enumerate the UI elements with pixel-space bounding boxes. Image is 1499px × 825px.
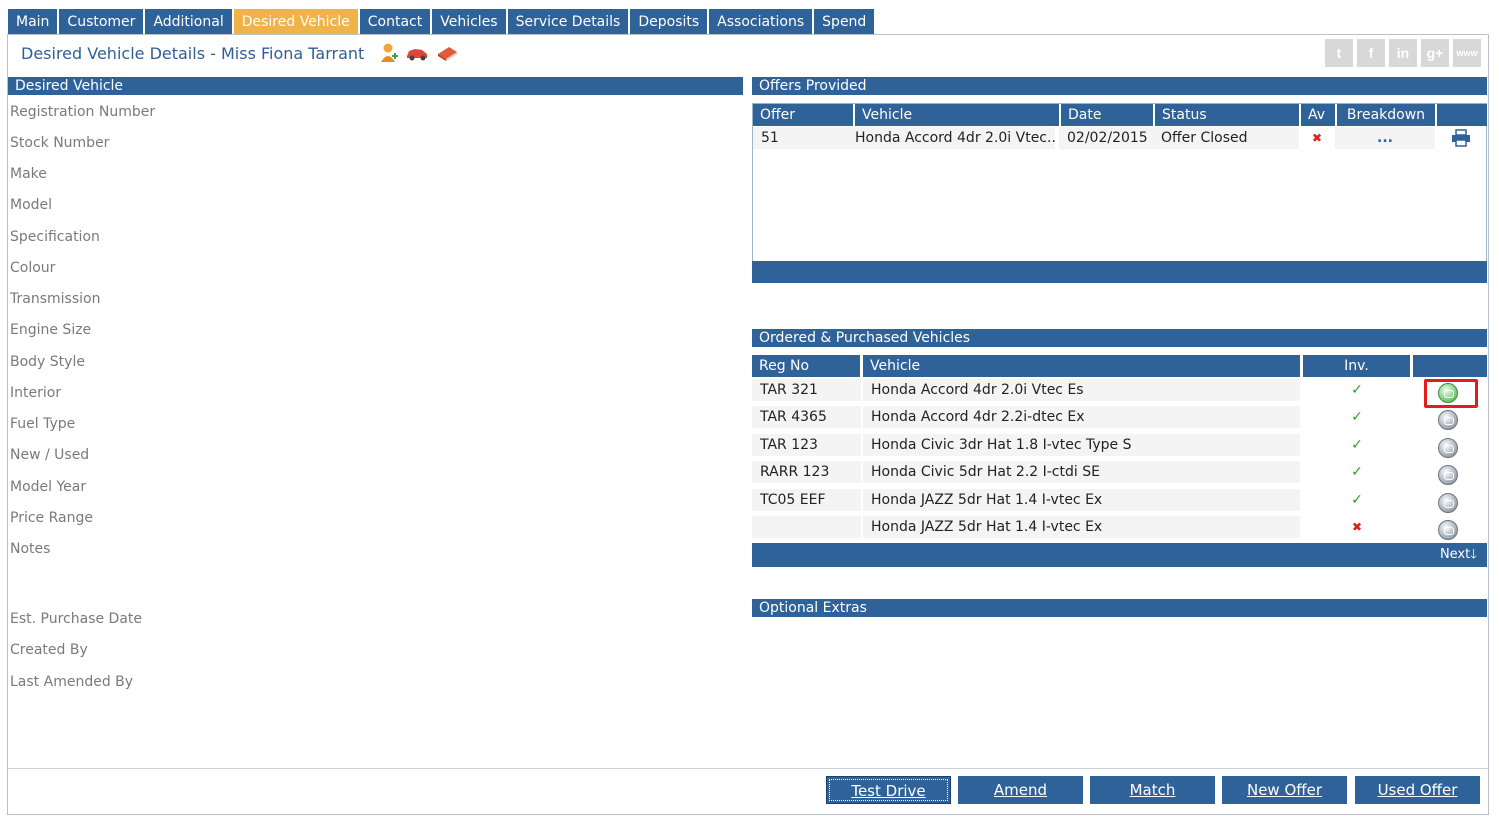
reg-no: TAR 4365 <box>752 406 861 428</box>
reg-no <box>752 516 861 538</box>
offers-col-print <box>1437 104 1487 126</box>
www-icon[interactable]: www <box>1453 39 1481 67</box>
reg-no: TC05 EEF <box>752 489 861 511</box>
optional-extras-header: Optional Extras <box>752 599 1487 617</box>
chat-icon[interactable] <box>1438 465 1458 485</box>
inv-check-icon: ✓ <box>1302 461 1412 483</box>
field-label: Specification <box>10 229 100 245</box>
new-offer-button[interactable]: New Offer <box>1222 776 1347 804</box>
book-icon[interactable] <box>435 42 459 68</box>
field-label: Registration Number <box>10 104 156 120</box>
tab-main[interactable]: Main <box>8 9 58 35</box>
match-button[interactable]: Match <box>1090 776 1215 804</box>
tab-spend[interactable]: Spend <box>814 9 875 35</box>
field-label: Created By <box>10 642 88 658</box>
facebook-icon[interactable]: f <box>1357 39 1385 67</box>
tab-service-details[interactable]: Service Details <box>507 9 629 35</box>
offers-col-breakdown[interactable]: Breakdown <box>1337 104 1435 126</box>
offers-col-offer[interactable]: Offer <box>753 104 853 126</box>
offer-status: Offer Closed <box>1153 127 1299 149</box>
reg-no: TAR 321 <box>752 379 861 401</box>
field-label: Notes <box>10 541 51 557</box>
chat-icon[interactable] <box>1438 493 1458 513</box>
field-label: New / Used <box>10 447 90 463</box>
chat-icon[interactable] <box>1438 520 1458 540</box>
offers-col-av[interactable]: Av <box>1301 104 1335 126</box>
chat-icon[interactable] <box>1438 438 1458 458</box>
tab-associations[interactable]: Associations <box>709 9 813 35</box>
social-icons: t f in g+ www <box>1325 39 1481 67</box>
offers-col-vehicle[interactable]: Vehicle <box>855 104 1059 126</box>
used-offer-button[interactable]: Used Offer <box>1355 776 1480 804</box>
offers-footer <box>752 261 1487 283</box>
highlight-box <box>1424 379 1478 408</box>
desired-vehicle-header: Desired Vehicle <box>8 77 743 95</box>
offer-date: 02/02/2015 <box>1059 127 1153 149</box>
ordered-col-vehicle[interactable]: Vehicle <box>863 355 1300 377</box>
tab-bar: Main Customer Additional Desired Vehicle… <box>8 9 876 35</box>
ordered-col-inv[interactable]: Inv. <box>1303 355 1410 377</box>
tab-deposits[interactable]: Deposits <box>630 9 708 35</box>
field-label: Make <box>10 166 47 182</box>
twitter-icon[interactable]: t <box>1325 39 1353 67</box>
inv-cross-icon: ✖ <box>1302 516 1412 538</box>
tab-desired-vehicle[interactable]: Desired Vehicle <box>233 9 358 35</box>
vehicle-name: Honda JAZZ 5dr Hat 1.4 I-vtec Ex <box>863 489 1300 511</box>
vehicle-name: Honda Civic 3dr Hat 1.8 I-vtec Type S <box>863 434 1300 456</box>
field-label: Interior <box>10 385 62 401</box>
inv-check-icon: ✓ <box>1302 434 1412 456</box>
ordered-table: Reg No Vehicle Inv. TAR 321 Honda Accord… <box>752 355 1487 568</box>
field-label: Transmission <box>10 291 101 307</box>
add-person-icon[interactable] <box>379 42 399 68</box>
inv-check-icon: ✓ <box>1302 406 1412 428</box>
tab-vehicles[interactable]: Vehicles <box>432 9 506 35</box>
tab-customer[interactable]: Customer <box>59 9 144 35</box>
footer-divider <box>8 768 1488 769</box>
tab-contact[interactable]: Contact <box>359 9 431 35</box>
field-label: Fuel Type <box>10 416 76 432</box>
inv-check-icon: ✓ <box>1302 379 1412 401</box>
offers-header: Offers Provided <box>752 77 1487 95</box>
field-label: Model <box>10 197 53 213</box>
chat-icon[interactable] <box>1438 410 1458 430</box>
car-icon[interactable] <box>405 42 429 68</box>
ordered-header: Ordered & Purchased Vehicles <box>752 329 1487 347</box>
ordered-col-action <box>1413 355 1487 377</box>
field-label: Last Amended By <box>10 674 134 690</box>
vehicle-name: Honda JAZZ 5dr Hat 1.4 I-vtec Ex <box>863 516 1300 538</box>
offers-col-date[interactable]: Date <box>1061 104 1153 126</box>
google-plus-icon[interactable]: g+ <box>1421 39 1449 67</box>
amend-button[interactable]: Amend <box>958 776 1083 804</box>
breakdown-ellipsis-button[interactable]: ... <box>1335 127 1435 149</box>
offer-number: 51 <box>753 127 853 149</box>
linkedin-icon[interactable]: in <box>1389 39 1417 67</box>
field-label: Body Style <box>10 354 85 370</box>
field-label: Est. Purchase Date <box>10 611 143 627</box>
field-label: Model Year <box>10 479 87 495</box>
offer-vehicle: Honda Accord 4dr 2.0i Vtec... <box>847 127 1055 149</box>
tab-additional[interactable]: Additional <box>145 9 232 35</box>
offers-col-status[interactable]: Status <box>1155 104 1299 126</box>
inv-check-icon: ✓ <box>1302 489 1412 511</box>
reg-no: TAR 123 <box>752 434 861 456</box>
field-label: Stock Number <box>10 135 110 151</box>
vehicle-name: Honda Accord 4dr 2.2i-dtec Ex <box>863 406 1300 428</box>
header-icons <box>379 42 459 68</box>
printer-icon[interactable] <box>1451 129 1471 151</box>
field-label: Price Range <box>10 510 93 526</box>
reg-no: RARR 123 <box>752 461 861 483</box>
vehicle-name: Honda Civic 5dr Hat 2.2 I-ctdi SE <box>863 461 1300 483</box>
offers-table: Offer Vehicle Date Status Av Breakdown 5… <box>752 103 1487 283</box>
test-drive-button[interactable]: Test Drive <box>826 776 951 804</box>
field-label: Engine Size <box>10 322 92 338</box>
field-label: Colour <box>10 260 56 276</box>
page-title: Desired Vehicle Details - Miss Fiona Tar… <box>21 44 365 63</box>
offer-av-cross-icon: ✖ <box>1299 127 1335 149</box>
next-page-link[interactable]: Next🡓 <box>752 543 1487 567</box>
ordered-col-reg[interactable]: Reg No <box>752 355 860 377</box>
vehicle-name: Honda Accord 4dr 2.0i Vtec Es <box>863 379 1300 401</box>
